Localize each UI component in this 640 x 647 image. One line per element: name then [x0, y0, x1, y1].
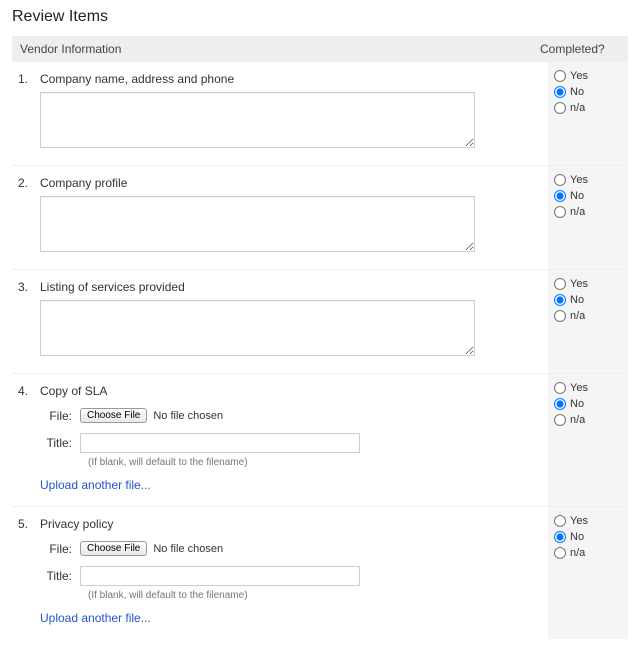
completed-radio-group: Yes No n/a [548, 62, 628, 165]
choose-file-button[interactable]: Choose File [80, 408, 147, 423]
item-label: Company profile [40, 176, 536, 190]
radio-yes-input[interactable] [554, 515, 566, 527]
radio-na-input[interactable] [554, 206, 566, 218]
file-row: File: Choose File No file chosen [40, 408, 536, 423]
radio-no[interactable]: No [554, 190, 622, 202]
radio-yes[interactable]: Yes [554, 70, 622, 82]
radio-yes[interactable]: Yes [554, 174, 622, 186]
radio-no-input[interactable] [554, 86, 566, 98]
radio-yes[interactable]: Yes [554, 278, 622, 290]
radio-yes-label: Yes [570, 382, 588, 394]
radio-yes[interactable]: Yes [554, 382, 622, 394]
completed-radio-group: Yes No n/a [548, 374, 628, 506]
radio-yes-label: Yes [570, 278, 588, 290]
radio-no-input[interactable] [554, 398, 566, 410]
item-textarea[interactable] [40, 300, 475, 356]
title-hint: (If blank, will default to the filename) [88, 590, 536, 601]
upload-another-link[interactable]: Upload another file... [40, 478, 536, 492]
completed-radio-group: Yes No n/a [548, 270, 628, 373]
title-row: Title: [40, 433, 536, 453]
item-label: Copy of SLA [40, 384, 536, 398]
radio-na-input[interactable] [554, 102, 566, 114]
file-row: File: Choose File No file chosen [40, 541, 536, 556]
no-file-text: No file chosen [153, 543, 223, 555]
review-item: 5. Privacy policy File: Choose File No f… [12, 507, 628, 639]
radio-yes-input[interactable] [554, 70, 566, 82]
item-textarea[interactable] [40, 92, 475, 148]
radio-na-label: n/a [570, 414, 585, 426]
radio-no-label: No [570, 294, 584, 306]
title-label: Title: [40, 569, 80, 583]
upload-another-link[interactable]: Upload another file... [40, 611, 536, 625]
radio-yes[interactable]: Yes [554, 515, 622, 527]
completed-radio-group: Yes No n/a [548, 507, 628, 639]
review-item: 3. Listing of services provided Yes No n… [12, 270, 628, 374]
radio-no[interactable]: No [554, 531, 622, 543]
radio-na-input[interactable] [554, 310, 566, 322]
radio-na-label: n/a [570, 102, 585, 114]
item-number: 1. [12, 72, 40, 151]
radio-yes-label: Yes [570, 174, 588, 186]
file-label: File: [40, 542, 80, 556]
radio-na-label: n/a [570, 206, 585, 218]
radio-na-label: n/a [570, 310, 585, 322]
title-label: Title: [40, 436, 80, 450]
completed-radio-group: Yes No n/a [548, 166, 628, 269]
item-textarea[interactable] [40, 196, 475, 252]
radio-yes-input[interactable] [554, 174, 566, 186]
radio-na[interactable]: n/a [554, 414, 622, 426]
title-input[interactable] [80, 433, 360, 453]
radio-no-label: No [570, 531, 584, 543]
radio-no[interactable]: No [554, 86, 622, 98]
title-input[interactable] [80, 566, 360, 586]
review-item: 4. Copy of SLA File: Choose File No file… [12, 374, 628, 507]
radio-no-input[interactable] [554, 294, 566, 306]
radio-yes-label: Yes [570, 70, 588, 82]
item-number: 3. [12, 280, 40, 359]
item-number: 4. [12, 384, 40, 492]
item-number: 2. [12, 176, 40, 255]
section-header: Vendor Information Completed? [12, 36, 628, 62]
item-label: Listing of services provided [40, 280, 536, 294]
file-label: File: [40, 409, 80, 423]
radio-na-input[interactable] [554, 414, 566, 426]
radio-na-input[interactable] [554, 547, 566, 559]
page-title: Review Items [12, 8, 628, 26]
item-label: Company name, address and phone [40, 72, 536, 86]
radio-yes-input[interactable] [554, 278, 566, 290]
radio-no[interactable]: No [554, 294, 622, 306]
radio-no-input[interactable] [554, 531, 566, 543]
section-header-completed: Completed? [540, 42, 620, 56]
item-number: 5. [12, 517, 40, 625]
radio-no-label: No [570, 398, 584, 410]
item-label: Privacy policy [40, 517, 536, 531]
review-item: 1. Company name, address and phone Yes N… [12, 62, 628, 166]
radio-yes-input[interactable] [554, 382, 566, 394]
choose-file-button[interactable]: Choose File [80, 541, 147, 556]
title-row: Title: [40, 566, 536, 586]
radio-yes-label: Yes [570, 515, 588, 527]
radio-na[interactable]: n/a [554, 310, 622, 322]
radio-na-label: n/a [570, 547, 585, 559]
section-header-main: Vendor Information [20, 42, 540, 56]
radio-no-label: No [570, 190, 584, 202]
radio-no-label: No [570, 86, 584, 98]
title-hint: (If blank, will default to the filename) [88, 457, 536, 468]
radio-no-input[interactable] [554, 190, 566, 202]
radio-no[interactable]: No [554, 398, 622, 410]
radio-na[interactable]: n/a [554, 102, 622, 114]
radio-na[interactable]: n/a [554, 547, 622, 559]
radio-na[interactable]: n/a [554, 206, 622, 218]
review-item: 2. Company profile Yes No n/a [12, 166, 628, 270]
no-file-text: No file chosen [153, 410, 223, 422]
